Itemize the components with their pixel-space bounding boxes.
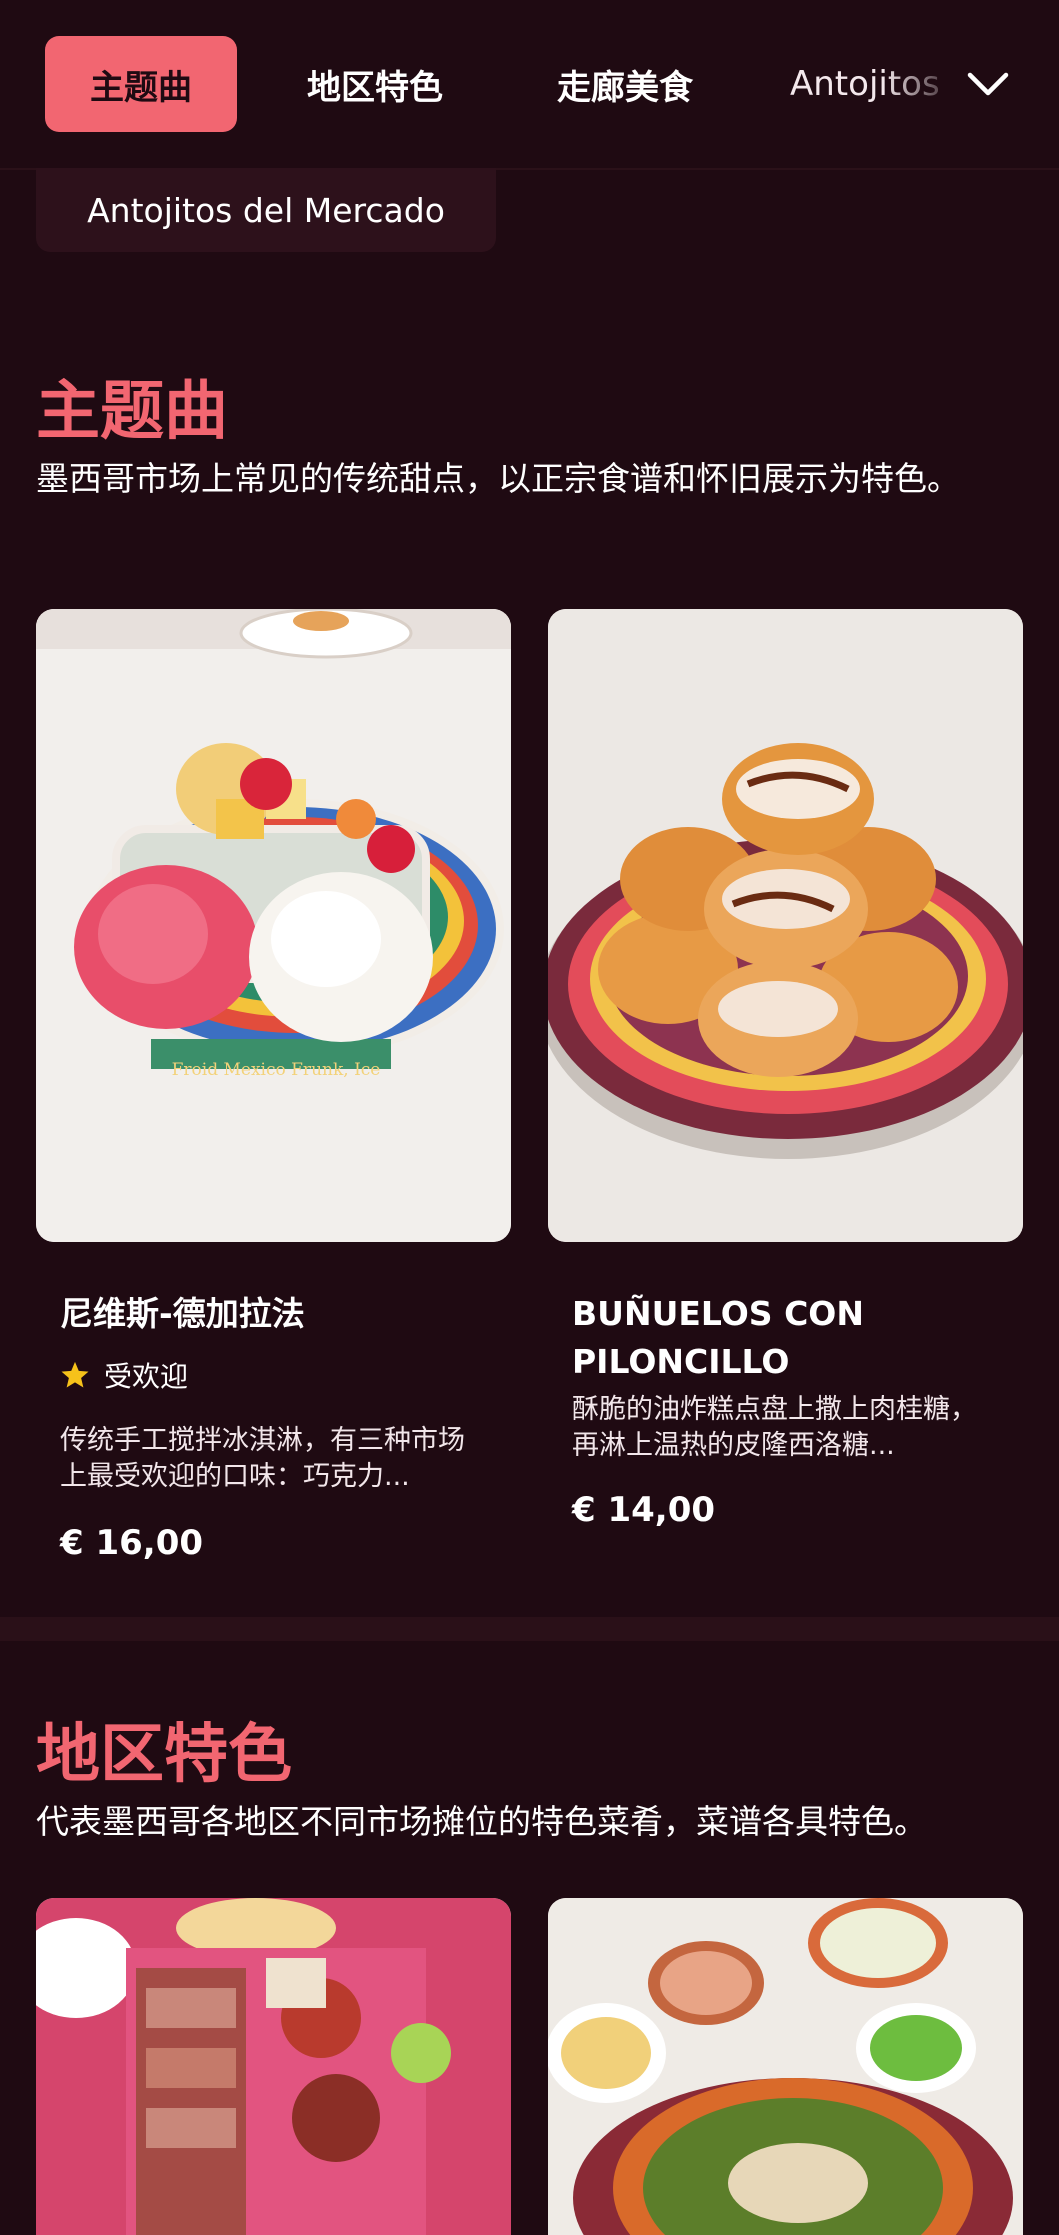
- menu-page: 主题曲 地区特色 走廊美食 Antojitos Antojitos del Me…: [0, 0, 1059, 2235]
- svg-text:Froid Mexico Frunk, Ice: Froid Mexico Frunk, Ice: [172, 1060, 381, 1080]
- section-description: 墨西哥市场上常见的传统甜点，以正宗食谱和怀旧展示为特色。: [36, 459, 960, 498]
- star-icon: [61, 1361, 89, 1388]
- card-title[interactable]: 尼维斯-德加拉法: [60, 1290, 305, 1338]
- tab-regional-specialties[interactable]: 地区特色: [270, 36, 480, 132]
- dessert-image-ice-cream[interactable]: Froid Mexico Frunk, Ice: [36, 609, 511, 1242]
- card-description: 传统手工搅拌冰淇淋，有三种市场上最受欢迎的口味：巧克力...: [60, 1425, 465, 1492]
- section-divider: [0, 1617, 1059, 1641]
- tab-antojitos[interactable]: Antojitos: [790, 36, 960, 132]
- dessert-image-bunuelos[interactable]: [548, 609, 1023, 1242]
- badge-label: 受欢迎: [104, 1360, 189, 1393]
- category-tab-bar: 主题曲 地区特色 走廊美食 Antojitos: [0, 0, 1059, 170]
- section-title: 地区特色: [36, 1718, 292, 1792]
- card-price: € 14,00: [572, 1490, 716, 1530]
- tab-theme[interactable]: 主题曲: [45, 36, 237, 132]
- card-price: € 16,00: [60, 1523, 204, 1563]
- popular-badge: 受欢迎: [60, 1355, 188, 1395]
- dish-image-soup[interactable]: [548, 1898, 1023, 2235]
- card-title[interactable]: BUÑUELOS CON PILONCILLO: [572, 1290, 992, 1386]
- subcategory-pill[interactable]: Antojitos del Mercado: [36, 168, 496, 252]
- tab-corridor-food[interactable]: 走廊美食: [520, 36, 730, 132]
- card-description: 酥脆的油炸糕点盘上撒上肉桂糖，再淋上温热的皮隆西洛糖...: [572, 1394, 977, 1461]
- section-title: 主题曲: [36, 375, 228, 449]
- chevron-down-icon[interactable]: [960, 56, 1016, 112]
- dish-image-platter[interactable]: [36, 1898, 511, 2235]
- section-description: 代表墨西哥各地区不同市场摊位的特色菜肴，菜谱各具特色。: [36, 1802, 927, 1841]
